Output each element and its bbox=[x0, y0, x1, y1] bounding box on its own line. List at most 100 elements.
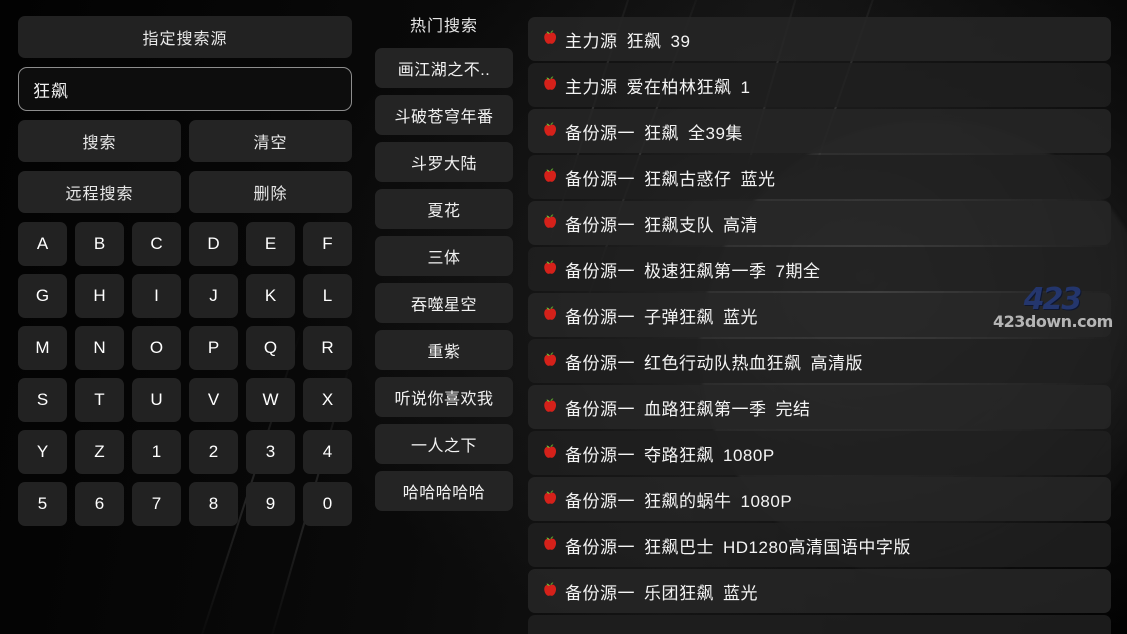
result-label: 主力源 爱在柏林狂飙 1 bbox=[565, 77, 751, 97]
key-k[interactable]: K bbox=[246, 274, 295, 318]
key-x[interactable]: X bbox=[303, 378, 352, 422]
hot-search-item[interactable]: 听说你喜欢我 bbox=[375, 377, 513, 417]
result-label: 备份源一 血路狂飙第一季 完结 bbox=[565, 399, 811, 419]
apple-icon bbox=[540, 443, 559, 462]
result-label: 备份源一 子弹狂飙 蓝光 bbox=[565, 307, 758, 327]
hot-search-item[interactable]: 斗破苍穹年番 bbox=[375, 95, 513, 135]
key-d[interactable]: D bbox=[189, 222, 238, 266]
hot-search-item[interactable]: 哈哈哈哈哈 bbox=[375, 471, 513, 511]
search-button[interactable]: 搜索 bbox=[18, 120, 181, 162]
key-i[interactable]: I bbox=[132, 274, 181, 318]
key-m[interactable]: M bbox=[18, 326, 67, 370]
apple-icon bbox=[540, 489, 559, 508]
action-row-primary: 搜索 清空 bbox=[18, 120, 352, 162]
result-row[interactable]: 主力源 爱在柏林狂飙 1 bbox=[528, 63, 1111, 107]
apple-icon bbox=[540, 305, 559, 324]
key-a[interactable]: A bbox=[18, 222, 67, 266]
search-app-screen: 指定搜索源 搜索 清空 远程搜索 删除 ABCDEF GHIJKL MNOPQR ST… bbox=[0, 0, 1127, 634]
search-input[interactable] bbox=[18, 67, 352, 111]
result-row[interactable]: 主力源 狂飙 39 bbox=[528, 17, 1111, 61]
result-label: 备份源一 狂飙的蜗牛 1080P bbox=[565, 491, 793, 511]
key-y[interactable]: Y bbox=[18, 430, 67, 474]
hot-search-item[interactable]: 吞噬星空 bbox=[375, 283, 513, 323]
action-row-secondary: 远程搜索 删除 bbox=[18, 171, 352, 213]
result-row[interactable]: 备份源一 狂飙古惑仔 蓝光 bbox=[528, 155, 1111, 199]
hot-search-item[interactable]: 三体 bbox=[375, 236, 513, 276]
hot-search-item[interactable]: 斗罗大陆 bbox=[375, 142, 513, 182]
result-row[interactable]: 备份源一 夺路狂飙 1080P bbox=[528, 431, 1111, 475]
result-row[interactable]: 备份源一 狂飙支队 高清 bbox=[528, 201, 1111, 245]
result-row[interactable]: 备份源一 血路狂飙第一季 完结 bbox=[528, 385, 1111, 429]
result-row[interactable]: 备份源一 极速狂飙第一季 7期全 bbox=[528, 247, 1111, 291]
hot-search-list: 画江湖之不.. 斗破苍穹年番 斗罗大陆夏花三体吞噬星空重紫听说你喜欢我 一人之下哈哈哈… bbox=[375, 48, 513, 511]
result-label: 主力源 狂飙 39 bbox=[565, 31, 691, 51]
key-t[interactable]: T bbox=[75, 378, 124, 422]
search-panel: 指定搜索源 搜索 清空 远程搜索 删除 ABCDEF GHIJKL MNOPQR ST… bbox=[0, 0, 370, 634]
delete-button[interactable]: 删除 bbox=[189, 171, 352, 213]
key-7[interactable]: 7 bbox=[132, 482, 181, 526]
search-results-list[interactable]: 主力源 狂飙 39 主力源 爱在柏林狂飙 1 备份源一 狂飙 全39集 备份源一 狂飙… bbox=[528, 17, 1111, 634]
apple-icon bbox=[540, 351, 559, 370]
key-s[interactable]: S bbox=[18, 378, 67, 422]
key-2[interactable]: 2 bbox=[189, 430, 238, 474]
key-8[interactable]: 8 bbox=[189, 482, 238, 526]
specify-search-source-button[interactable]: 指定搜索源 bbox=[18, 16, 352, 58]
key-3[interactable]: 3 bbox=[246, 430, 295, 474]
key-w[interactable]: W bbox=[246, 378, 295, 422]
apple-icon bbox=[540, 75, 559, 94]
hot-search-item[interactable]: 重紫 bbox=[375, 330, 513, 370]
remote-search-button[interactable]: 远程搜索 bbox=[18, 171, 181, 213]
key-z[interactable]: Z bbox=[75, 430, 124, 474]
key-r[interactable]: R bbox=[303, 326, 352, 370]
key-0[interactable]: 0 bbox=[303, 482, 352, 526]
result-row[interactable]: 备份源一 狂飙的蜗牛 1080P bbox=[528, 477, 1111, 521]
key-u[interactable]: U bbox=[132, 378, 181, 422]
result-label: 备份源一 狂飙支队 高清 bbox=[565, 215, 758, 235]
apple-icon bbox=[540, 213, 559, 232]
result-row[interactable] bbox=[528, 615, 1111, 634]
result-row[interactable]: 备份源一 狂飙 全39集 bbox=[528, 109, 1111, 153]
apple-icon bbox=[540, 29, 559, 48]
clear-button[interactable]: 清空 bbox=[189, 120, 352, 162]
key-e[interactable]: E bbox=[246, 222, 295, 266]
result-label: 备份源一 红色行动队热血狂飙 高清版 bbox=[565, 353, 863, 373]
key-g[interactable]: G bbox=[18, 274, 67, 318]
hot-search-item[interactable]: 画江湖之不.. bbox=[375, 48, 513, 88]
apple-icon bbox=[540, 397, 559, 416]
result-label: 备份源一 狂飙 全39集 bbox=[565, 123, 743, 143]
result-row[interactable]: 备份源一 子弹狂飙 蓝光 bbox=[528, 293, 1111, 337]
result-row[interactable]: 备份源一 红色行动队热血狂飙 高清版 bbox=[528, 339, 1111, 383]
onscreen-keypad: ABCDEF GHIJKL MNOPQR STUVWX YZ1234 567890 bbox=[18, 222, 352, 526]
key-n[interactable]: N bbox=[75, 326, 124, 370]
hot-search-panel: 热门搜索 画江湖之不.. 斗破苍穹年番 斗罗大陆夏花三体吞噬星空重紫听说你喜欢我 一人… bbox=[375, 0, 513, 634]
result-label: 备份源一 夺路狂飙 1080P bbox=[565, 445, 775, 465]
result-label: 备份源一 狂飙古惑仔 蓝光 bbox=[565, 169, 776, 189]
key-l[interactable]: L bbox=[303, 274, 352, 318]
key-j[interactable]: J bbox=[189, 274, 238, 318]
key-9[interactable]: 9 bbox=[246, 482, 295, 526]
apple-icon bbox=[540, 259, 559, 278]
apple-icon bbox=[540, 121, 559, 140]
result-label: 备份源一 极速狂飙第一季 7期全 bbox=[565, 261, 821, 281]
hot-search-title: 热门搜索 bbox=[409, 18, 478, 35]
result-label: 备份源一 乐团狂飙 蓝光 bbox=[565, 583, 758, 603]
apple-icon bbox=[540, 535, 559, 554]
key-5[interactable]: 5 bbox=[18, 482, 67, 526]
key-v[interactable]: V bbox=[189, 378, 238, 422]
apple-icon bbox=[540, 581, 559, 600]
key-h[interactable]: H bbox=[75, 274, 124, 318]
key-o[interactable]: O bbox=[132, 326, 181, 370]
key-1[interactable]: 1 bbox=[132, 430, 181, 474]
result-row[interactable]: 备份源一 乐团狂飙 蓝光 bbox=[528, 569, 1111, 613]
hot-search-item[interactable]: 一人之下 bbox=[375, 424, 513, 464]
key-c[interactable]: C bbox=[132, 222, 181, 266]
key-4[interactable]: 4 bbox=[303, 430, 352, 474]
hot-search-item[interactable]: 夏花 bbox=[375, 189, 513, 229]
key-q[interactable]: Q bbox=[246, 326, 295, 370]
key-b[interactable]: B bbox=[75, 222, 124, 266]
result-label: 备份源一 狂飙巴士 HD1280高清国语中字版 bbox=[565, 537, 911, 557]
key-6[interactable]: 6 bbox=[75, 482, 124, 526]
key-p[interactable]: P bbox=[189, 326, 238, 370]
key-f[interactable]: F bbox=[303, 222, 352, 266]
result-row[interactable]: 备份源一 狂飙巴士 HD1280高清国语中字版 bbox=[528, 523, 1111, 567]
